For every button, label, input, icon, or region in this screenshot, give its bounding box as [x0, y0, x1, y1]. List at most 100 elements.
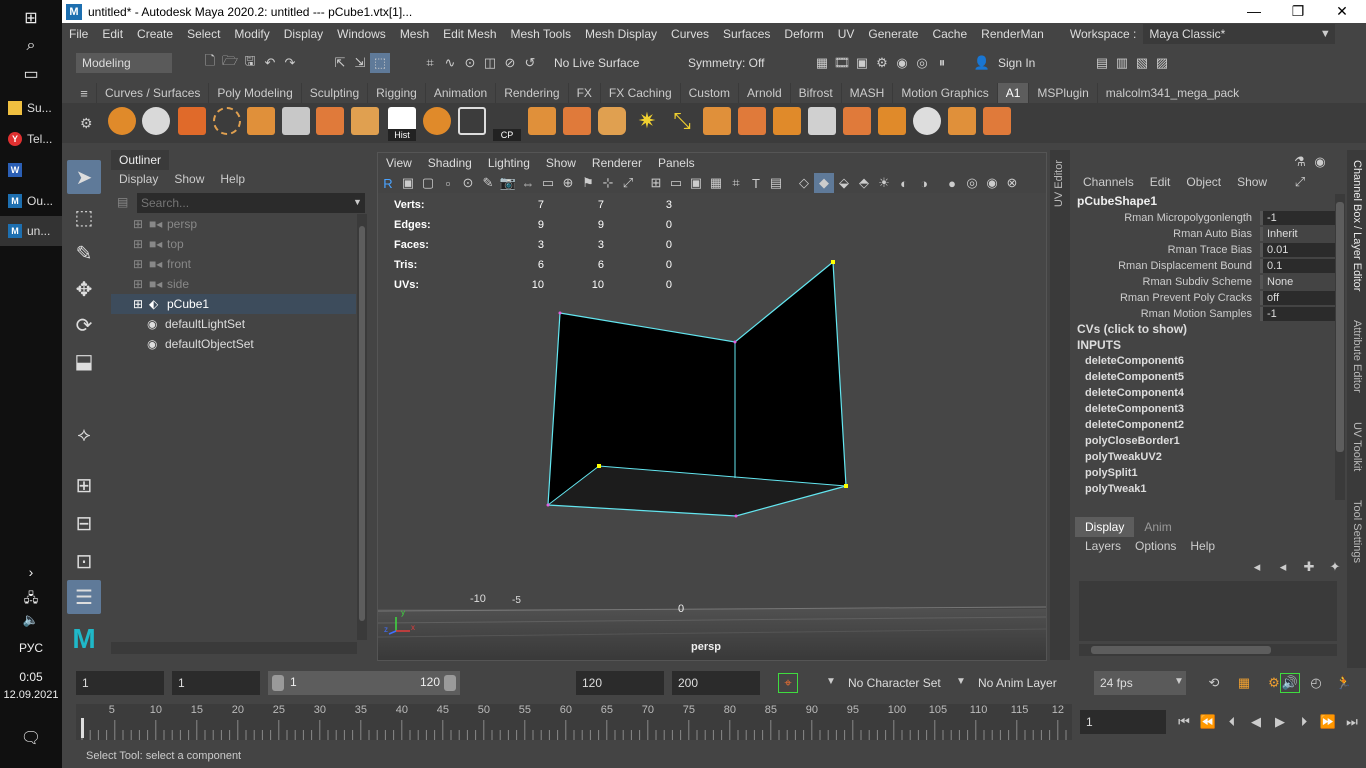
outliner-menu-help[interactable]: Help: [212, 172, 253, 186]
range-handle-right[interactable]: [444, 675, 456, 691]
pause-icon[interactable]: ⏸: [932, 53, 952, 73]
live-surface-field[interactable]: No Live Surface: [548, 53, 668, 73]
vertex-selected[interactable]: [597, 464, 601, 468]
wireframe-icon[interactable]: ▦: [706, 173, 726, 193]
mode-select[interactable]: Modeling: [76, 53, 172, 73]
last-tool-icon[interactable]: ⟡: [67, 418, 101, 452]
shelf-tool-1-icon[interactable]: [108, 107, 136, 135]
shelf-tool-23-icon[interactable]: [878, 107, 906, 135]
attr-row[interactable]: Rman Displacement Bound 0.1: [1075, 258, 1337, 274]
layer-editor-scrollbar[interactable]: [1079, 644, 1337, 656]
outliner-layout-icon[interactable]: ☰: [67, 580, 101, 614]
outliner-item-persp[interactable]: ⊞ ■◂ persp: [111, 214, 356, 234]
shelf-tool-20-icon[interactable]: [773, 107, 801, 135]
outliner-item-front[interactable]: ⊞ ■◂ front: [111, 254, 356, 274]
tab-attribute-editor[interactable]: Attribute Editor: [1351, 320, 1363, 393]
outliner-menu-show[interactable]: Show: [166, 172, 212, 186]
safe-action-icon[interactable]: ⚑: [578, 173, 598, 193]
render-settings-icon[interactable]: ⚙: [872, 53, 892, 73]
tab-rigging[interactable]: Rigging: [367, 83, 425, 103]
tab-arnold[interactable]: Arnold: [737, 83, 790, 103]
tab-anim[interactable]: Anim: [1134, 517, 1181, 537]
tab-uv-toolkit[interactable]: UV Toolkit: [1351, 422, 1363, 471]
current-frame-field[interactable]: 1: [1080, 710, 1166, 734]
options-menu[interactable]: Options: [1131, 539, 1180, 553]
four-view-layout-icon[interactable]: ⊟: [67, 506, 101, 540]
save-scene-icon[interactable]: 🖫: [240, 53, 260, 73]
input-node[interactable]: deleteComponent6: [1085, 355, 1184, 367]
uv-editor-tab-label[interactable]: UV Editor: [1053, 160, 1065, 207]
isolate-select-icon[interactable]: ⊹: [598, 173, 618, 193]
toggle-channel-box-icon[interactable]: ▨: [1152, 53, 1172, 73]
menu-surfaces[interactable]: Surfaces: [716, 23, 777, 45]
paint-select-tool-icon[interactable]: ✎: [67, 236, 101, 270]
shelf-tool-8-icon[interactable]: [351, 107, 379, 135]
ipr-render-icon[interactable]: ▣: [852, 53, 872, 73]
symmetry-field[interactable]: Symmetry: Off: [682, 53, 792, 73]
shelf-tool-26-icon[interactable]: [983, 107, 1011, 135]
tab-bifrost[interactable]: Bifrost: [789, 83, 841, 103]
taskbar-app-sublime[interactable]: Su...: [0, 93, 62, 123]
anim-end-field[interactable]: 200: [672, 671, 760, 695]
shelf-tool-22-icon[interactable]: [843, 107, 871, 135]
attr-row[interactable]: Rman Motion Samples -1: [1075, 306, 1337, 322]
snap-view-plane-icon[interactable]: ◫: [480, 53, 500, 73]
select-object-icon[interactable]: ⇲: [350, 53, 370, 73]
tab-animation[interactable]: Animation: [424, 83, 495, 103]
menu-deform[interactable]: Deform: [777, 23, 830, 45]
lights-icon[interactable]: ☀: [874, 173, 894, 193]
tab-custom[interactable]: Custom: [679, 83, 738, 103]
menu-create[interactable]: Create: [130, 23, 180, 45]
taskbar-app-maya-2[interactable]: Mun...: [0, 216, 62, 246]
field-chart-icon[interactable]: ⊕: [558, 173, 578, 193]
channel-box-scrollbar[interactable]: [1335, 194, 1345, 500]
grid-icon[interactable]: ⊞: [646, 173, 666, 193]
expand-icon[interactable]: ⊞: [133, 217, 145, 231]
input-node[interactable]: polyTweakUV2: [1085, 451, 1162, 463]
redo-icon[interactable]: ↷: [280, 53, 300, 73]
outliner-vertical-scrollbar[interactable]: [357, 214, 367, 640]
tab-a1[interactable]: A1: [996, 83, 1029, 103]
attr-row[interactable]: Rman Trace Bias 0.01: [1075, 242, 1337, 258]
shelf-tool-19-icon[interactable]: [738, 107, 766, 135]
multisample-icon[interactable]: ◎: [962, 173, 982, 193]
gate-mask-icon[interactable]: ▭: [538, 173, 558, 193]
menu-cache[interactable]: Cache: [925, 23, 974, 45]
outliner-search-input[interactable]: [137, 193, 365, 213]
tab-curves-surfaces[interactable]: Curves / Surfaces: [96, 83, 208, 103]
playback-start-field[interactable]: 1: [172, 671, 260, 695]
smooth-shade-cube-icon[interactable]: ◆: [814, 173, 834, 193]
two-view-layout-icon[interactable]: ⊡: [67, 544, 101, 578]
outliner-menu-display[interactable]: Display: [111, 172, 166, 186]
shelf-tool-24-icon[interactable]: [913, 107, 941, 135]
input-node[interactable]: polySplit1: [1085, 467, 1138, 479]
tab-fx[interactable]: FX: [567, 83, 600, 103]
shelf-tool-21-icon[interactable]: [808, 107, 836, 135]
textured-icon[interactable]: ⬘: [854, 173, 874, 193]
camera-attributes-icon[interactable]: ▣: [398, 173, 418, 193]
object-name[interactable]: pCubeShape1: [1077, 194, 1157, 208]
step-forward-key-icon[interactable]: ⏵: [1294, 712, 1314, 732]
toggle-tool-settings-icon[interactable]: ▧: [1132, 53, 1152, 73]
render-frame-icon[interactable]: 🎞: [832, 53, 852, 73]
step-forward-icon[interactable]: ⏩: [1318, 712, 1338, 732]
menu-windows[interactable]: Windows: [330, 23, 393, 45]
expand-icon[interactable]: ⊞: [133, 257, 145, 271]
anim-start-field[interactable]: 1: [76, 671, 164, 695]
menu-mesh[interactable]: Mesh: [393, 23, 436, 45]
render-view-icon[interactable]: ▦: [812, 53, 832, 73]
expand-icon[interactable]: ⊞: [133, 297, 145, 311]
layers-menu[interactable]: Layers: [1075, 539, 1131, 553]
undo-icon[interactable]: ↶: [260, 53, 280, 73]
tab-rendering[interactable]: Rendering: [495, 83, 567, 103]
tab-msplugin[interactable]: MSPlugin: [1028, 83, 1096, 103]
range-slider-bar[interactable]: 1 120: [268, 671, 460, 695]
menu-edit-mesh[interactable]: Edit Mesh: [436, 23, 503, 45]
viewport-scene[interactable]: Verts: 7 7 3 Edges: 9 9 0 Faces: 3 3 0 Tris: 6 6 0 U…: [378, 193, 1046, 660]
toggle-attribute-editor-icon[interactable]: ▥: [1112, 53, 1132, 73]
snap-curve-icon[interactable]: ∿: [440, 53, 460, 73]
shelf-tool-2-icon[interactable]: [142, 107, 170, 135]
input-node[interactable]: deleteComponent4: [1085, 387, 1184, 399]
refresh-icon[interactable]: ◉: [1310, 152, 1330, 172]
shelf-tool-11-icon[interactable]: [458, 107, 486, 135]
